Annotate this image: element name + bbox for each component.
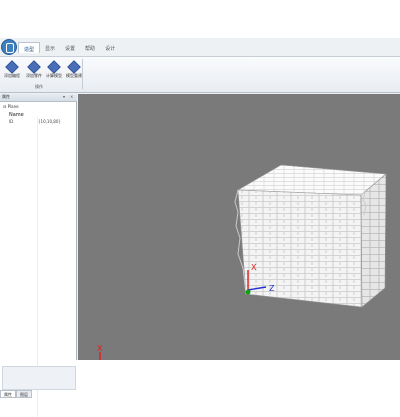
description-box (2, 366, 76, 390)
tree-root-item[interactable]: ⊟ Plane (3, 104, 19, 109)
app-logo-icon[interactable] (1, 39, 17, 55)
tab-properties[interactable]: 属性 (0, 390, 16, 398)
tree-root-label: Plane (7, 104, 19, 109)
pin-icon[interactable]: ▾ (63, 94, 65, 99)
diamond-icon (5, 60, 19, 74)
add-part-button[interactable]: 添加零件 (25, 60, 43, 82)
property-value: {10,10,80} (38, 119, 61, 124)
add-program-button[interactable]: 添加编程 (3, 60, 21, 82)
3d-viewport[interactable]: X Z X Z (78, 94, 400, 360)
ribbon-group-label: 操作 (35, 84, 43, 89)
application-window: 造型 显示 设置 帮助 设计 添加编程 添加零件 计算模型 模型重建 操作 属性 (0, 38, 400, 417)
panel-title: 属性 (2, 94, 10, 99)
diamond-icon (47, 60, 61, 74)
local-axis-x-label: X (251, 263, 257, 272)
tab-settings[interactable]: 设置 (60, 42, 80, 53)
property-key: ID (9, 119, 14, 124)
tab-model[interactable]: 造型 (18, 42, 41, 53)
local-axis-z-label: Z (269, 284, 275, 293)
properties-panel: 属性 ▾ × ⊟ Plane Name ID {10,10,80} 属性 图层 (0, 94, 77, 417)
panel-tabs: 属性 图层 (0, 390, 32, 398)
tab-display[interactable]: 显示 (40, 42, 60, 53)
name-header: Name (9, 112, 24, 118)
global-axis-x-label: X (97, 344, 103, 353)
cube-front-face (237, 189, 363, 308)
ribbon-toolbar: 添加编程 添加零件 计算模型 模型重建 操作 (0, 57, 400, 93)
global-axis-gizmo (99, 352, 101, 360)
compute-model-button[interactable]: 计算模型 (45, 60, 63, 82)
collapse-icon[interactable]: ⊟ (3, 104, 6, 109)
title-bar: 造型 显示 设置 帮助 设计 (0, 38, 400, 57)
ribbon-tabs: 造型 显示 设置 帮助 设计 (18, 42, 120, 56)
tab-layers[interactable]: 图层 (16, 390, 32, 398)
tab-design[interactable]: 设计 (100, 42, 120, 53)
voxel-cube-model[interactable]: X Z X Z (78, 94, 400, 360)
diamond-icon (67, 60, 81, 74)
property-row[interactable]: ID {10,10,80} (9, 119, 73, 124)
ribbon-group-separator (82, 59, 83, 89)
cube-top-face (236, 164, 387, 196)
rebuild-model-button[interactable]: 模型重建 (65, 60, 83, 82)
diamond-icon (27, 60, 41, 74)
tab-help[interactable]: 帮助 (80, 42, 100, 53)
close-icon[interactable]: × (70, 94, 73, 99)
panel-header: 属性 ▾ × (0, 94, 77, 102)
